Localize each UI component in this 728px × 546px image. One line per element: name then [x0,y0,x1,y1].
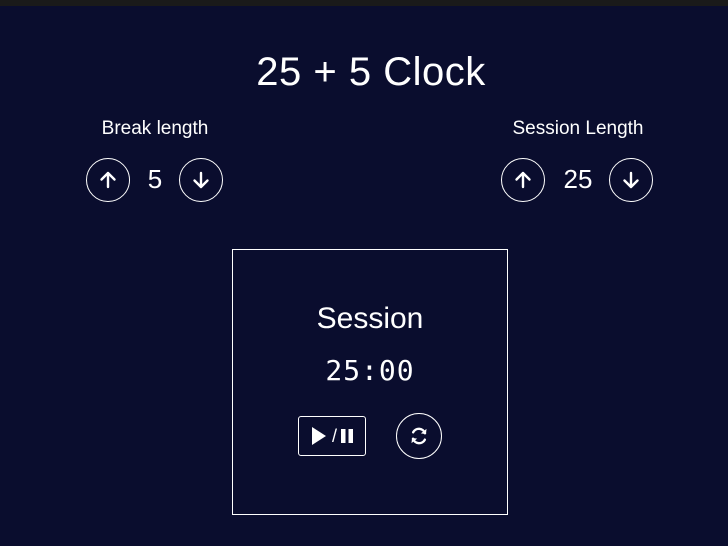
arrow-up-icon [98,170,118,190]
start-stop-separator: / [331,426,337,446]
break-control: Break length 5 [55,116,255,216]
reset-button[interactable] [396,413,442,459]
refresh-icon [408,425,430,447]
timer-label: Session [316,302,424,335]
break-decrement-button[interactable] [179,158,223,202]
play-icon [310,426,328,446]
time-left-display: 25:00 [325,354,415,387]
session-length-value: 25 [563,164,593,194]
clock-app: 25 + 5 Clock Break length 5 Session Leng… [0,0,728,546]
page-title: 25 + 5 Clock [256,50,486,94]
break-length-value: 5 [147,164,163,194]
pause-icon [340,427,354,445]
session-decrement-button[interactable] [609,158,653,202]
arrow-up-icon [513,170,533,190]
start-stop-button[interactable]: / [298,416,366,456]
break-label: Break length [101,118,209,139]
session-increment-button[interactable] [501,158,545,202]
session-control: Session Length 25 [478,116,678,216]
session-label: Session Length [512,118,644,139]
timer-panel: Session 25:00 / [232,249,508,515]
arrow-down-icon [191,170,211,190]
break-increment-button[interactable] [86,158,130,202]
arrow-down-icon [621,170,641,190]
